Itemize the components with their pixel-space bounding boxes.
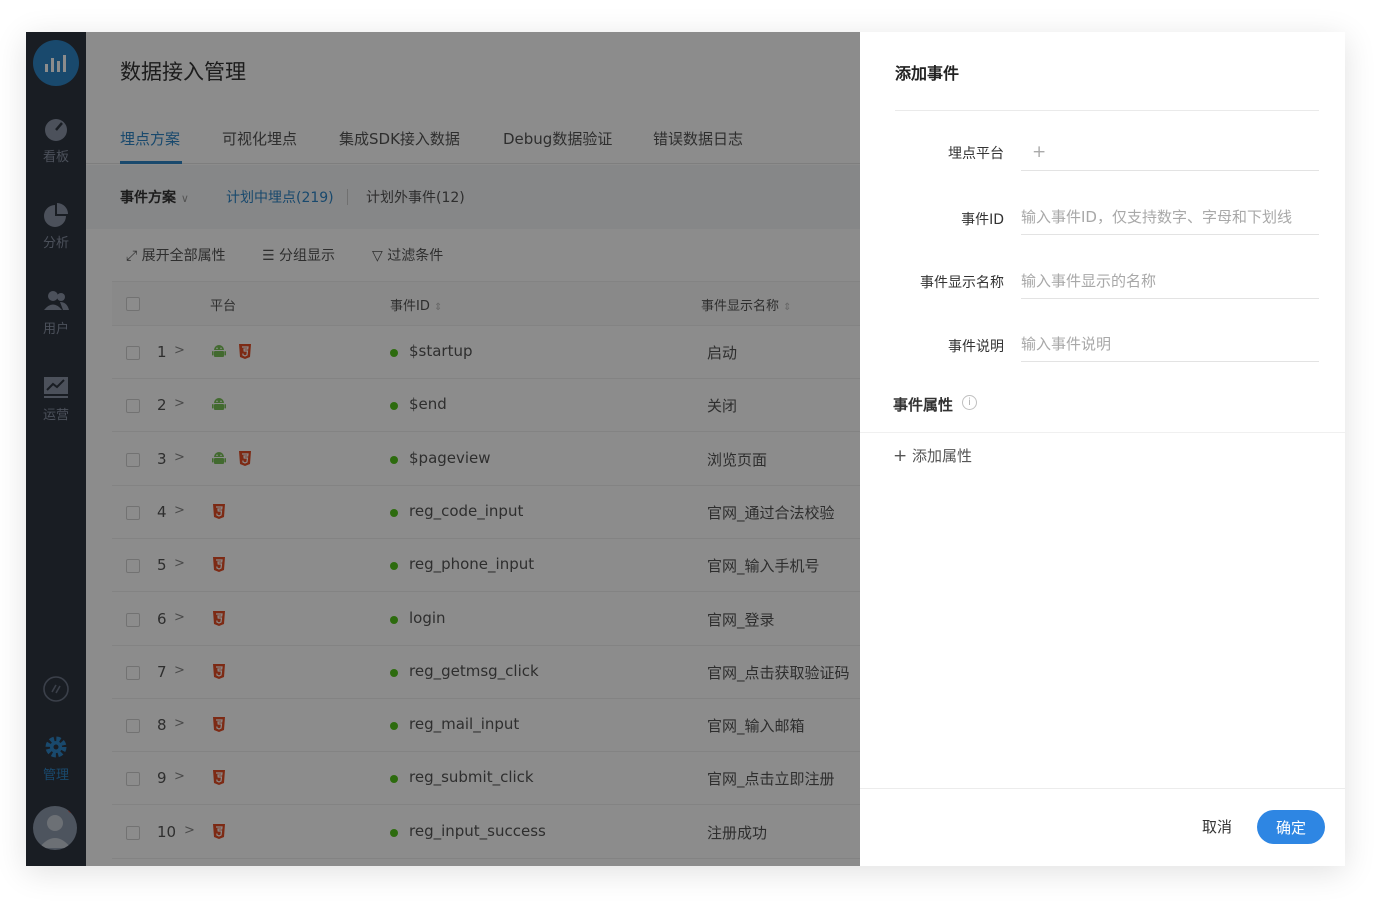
confirm-button[interactable]: 确定 <box>1257 810 1325 844</box>
add-attribute-button[interactable]: + 添加属性 <box>893 445 972 466</box>
platform-label: 埋点平台 <box>948 146 1004 162</box>
platform-field-line <box>1021 135 1319 171</box>
event-id-label: 事件ID <box>961 212 1004 228</box>
event-attributes-title: 事件属性 <box>893 396 954 414</box>
app-frame: 看板 分析 用户 运营 管理 数据接入管理 埋点方案 可视化埋点 集成SDK接入… <box>26 32 1345 866</box>
add-attribute-label: 添加属性 <box>912 447 973 465</box>
display-name-input[interactable] <box>1021 263 1319 299</box>
plus-icon: + <box>893 446 908 466</box>
info-icon[interactable]: i <box>962 395 977 410</box>
description-input[interactable] <box>1021 326 1319 362</box>
drawer-title: 添加事件 <box>895 64 960 83</box>
display-name-label: 事件显示名称 <box>920 275 1004 291</box>
add-platform-icon[interactable]: + <box>1032 142 1046 162</box>
modal-overlay[interactable] <box>26 32 860 866</box>
cancel-button[interactable]: 取消 <box>1202 816 1232 837</box>
event-id-input[interactable] <box>1021 199 1319 235</box>
divider <box>860 432 1345 433</box>
description-label: 事件说明 <box>948 339 1004 355</box>
add-event-drawer: 添加事件 埋点平台 + 事件ID 事件显示名称 事件说明 事件属性 i + 添加… <box>860 32 1345 866</box>
divider <box>860 788 1345 789</box>
divider <box>895 110 1319 111</box>
